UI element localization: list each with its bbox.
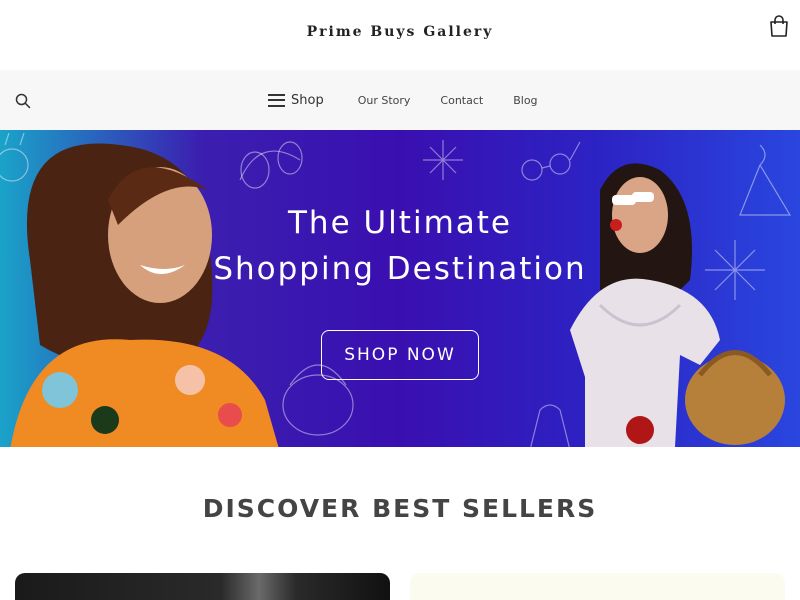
nav-item-shop[interactable]: Shop bbox=[268, 93, 324, 108]
product-card-image[interactable] bbox=[15, 573, 390, 600]
nav-item-contact[interactable]: Contact bbox=[440, 94, 483, 107]
search-icon[interactable] bbox=[14, 92, 32, 110]
section-title: DISCOVER BEST SELLERS bbox=[202, 494, 598, 523]
hero-banner: The Ultimate Shopping Destination SHOP N… bbox=[0, 130, 800, 447]
main-navigation: Shop Our Story Contact Blog bbox=[0, 70, 800, 130]
brand-logo[interactable]: Prime Buys Gallery bbox=[0, 24, 800, 40]
nav-item-our-story[interactable]: Our Story bbox=[358, 94, 411, 107]
nav-shop-label: Shop bbox=[291, 92, 324, 108]
hamburger-menu-icon bbox=[268, 93, 285, 107]
product-card-image[interactable] bbox=[410, 573, 785, 600]
shop-now-button[interactable]: SHOP NOW bbox=[321, 330, 479, 380]
nav-item-blog[interactable]: Blog bbox=[513, 94, 537, 107]
hero-right-model-image bbox=[570, 163, 785, 447]
shopping-bag-icon[interactable] bbox=[768, 14, 790, 38]
brand-header: Prime Buys Gallery bbox=[0, 0, 800, 70]
hero-title-line-2: Shopping Destination bbox=[213, 251, 587, 287]
hero-left-model-image bbox=[10, 143, 279, 447]
nav-menu: Shop Our Story Contact Blog bbox=[268, 70, 568, 130]
hero-title-line-1: The Ultimate bbox=[287, 205, 512, 241]
hero-title: The Ultimate Shopping Destination bbox=[200, 200, 600, 292]
